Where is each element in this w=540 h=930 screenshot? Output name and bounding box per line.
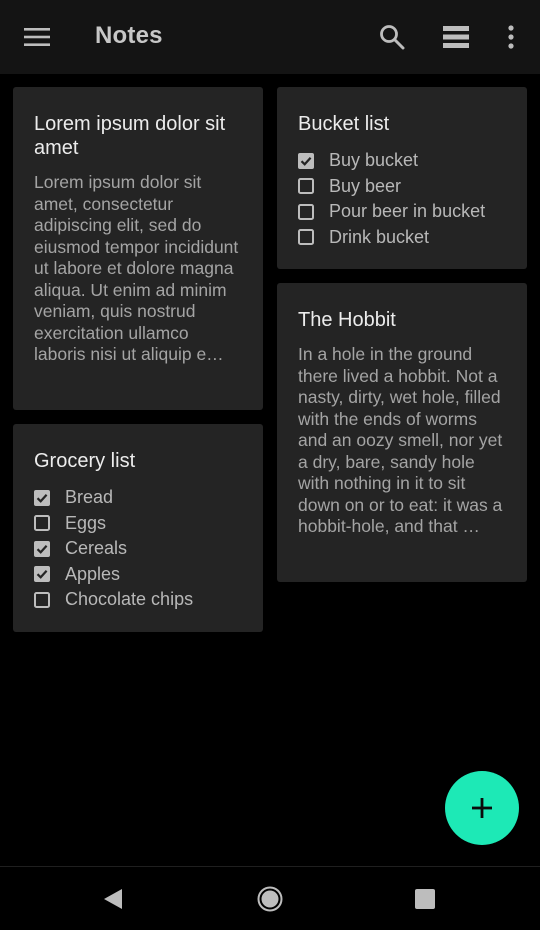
note-card[interactable]: Grocery list Bread Eggs Cereals Apples C… — [13, 424, 263, 632]
search-icon — [380, 25, 405, 50]
recents-icon — [415, 889, 435, 909]
checklist-item: Cereals — [34, 536, 242, 562]
checklist-item: Pour beer in bucket — [298, 199, 506, 225]
view-list-icon — [443, 26, 469, 48]
checklist-item-label: Pour beer in bucket — [329, 201, 486, 222]
checklist-item-label: Apples — [65, 563, 121, 584]
page-title: Notes — [95, 22, 163, 49]
note-card[interactable]: The Hobbit In a hole in the ground there… — [277, 283, 527, 582]
note-card[interactable]: Lorem ipsum dolor sit amet Lorem ipsum d… — [13, 87, 263, 410]
checkbox-checked-icon — [34, 566, 50, 583]
checkbox-checked-icon — [298, 152, 314, 169]
note-title: Bucket list — [298, 113, 390, 135]
more-vert-icon — [508, 25, 514, 49]
checkbox-unchecked-icon — [34, 591, 50, 608]
checklist: Buy bucket Buy beer Pour beer in bucket … — [298, 148, 506, 250]
checklist-item-label: Cereals — [65, 538, 128, 559]
checklist-item-label: Buy bucket — [329, 150, 419, 171]
checklist-item: Apples — [34, 562, 242, 588]
checklist-item: Buy bucket — [298, 148, 506, 174]
note-title: Lorem ipsum dolor sit amet — [34, 113, 226, 159]
checklist-item-label: Eggs — [65, 512, 107, 533]
back-icon — [104, 889, 122, 909]
home-button[interactable] — [252, 881, 288, 917]
checklist-item: Drink bucket — [298, 225, 506, 251]
checklist-item-label: Chocolate chips — [65, 589, 194, 610]
checklist-item-label: Drink bucket — [329, 226, 430, 247]
checklist-item: Eggs — [34, 511, 242, 537]
app-bar: Notes — [0, 0, 540, 74]
checkbox-unchecked-icon — [298, 229, 314, 246]
note-card[interactable]: Bucket list Buy bucket Buy beer Pour bee… — [277, 87, 527, 269]
checklist-item: Buy beer — [298, 174, 506, 200]
system-nav-bar — [0, 866, 540, 930]
checklist-item-label: Buy beer — [329, 175, 402, 196]
home-icon — [257, 886, 283, 912]
more-options-button[interactable] — [491, 17, 531, 57]
menu-icon — [24, 28, 50, 46]
view-toggle-button[interactable] — [436, 17, 476, 57]
recents-button[interactable] — [407, 881, 443, 917]
checklist: Bread Eggs Cereals Apples Chocolate chip… — [34, 485, 242, 613]
note-title: The Hobbit — [298, 309, 396, 331]
checkbox-unchecked-icon — [34, 515, 50, 532]
back-button[interactable] — [95, 881, 131, 917]
add-icon — [472, 798, 492, 818]
checkbox-checked-icon — [34, 540, 50, 557]
checkbox-checked-icon — [34, 489, 50, 506]
note-body: In a hole in the ground there lived a ho… — [298, 344, 503, 536]
checklist-item: Bread — [34, 485, 242, 511]
checkbox-unchecked-icon — [298, 203, 314, 220]
note-title: Grocery list — [34, 450, 136, 472]
note-body: Lorem ipsum dolor sit amet, consectetur … — [34, 172, 239, 364]
checklist-item: Chocolate chips — [34, 587, 242, 613]
add-note-button[interactable] — [445, 771, 519, 845]
checklist-item-label: Bread — [65, 487, 114, 508]
menu-button[interactable] — [17, 17, 57, 57]
search-button[interactable] — [372, 17, 412, 57]
checkbox-unchecked-icon — [298, 178, 314, 195]
